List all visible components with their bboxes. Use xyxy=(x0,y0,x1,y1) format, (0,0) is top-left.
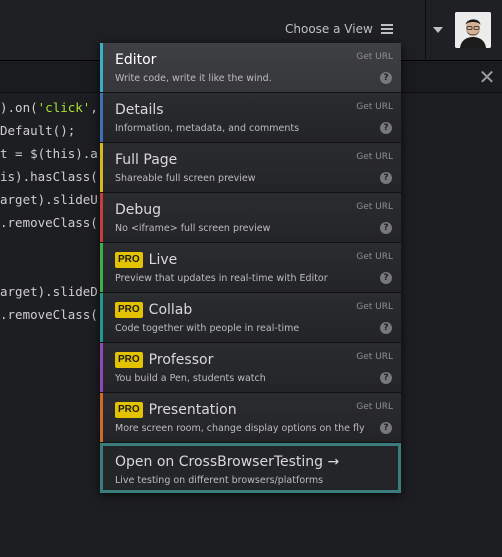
view-title: Professor xyxy=(148,352,214,368)
view-title-row: PRO Live xyxy=(115,252,177,268)
code-line: .removeClass( xyxy=(0,211,110,234)
code-text: t = $(this).a xyxy=(0,146,98,161)
view-title-row: Editor xyxy=(115,52,156,68)
cbt-title: Open on CrossBrowserTesting → xyxy=(115,454,340,470)
help-icon[interactable]: ? xyxy=(380,422,392,434)
view-description: Shareable full screen preview xyxy=(115,173,256,184)
chevron-down-icon[interactable] xyxy=(430,24,448,38)
get-url-link[interactable]: Get URL xyxy=(356,252,393,262)
view-color-stripe xyxy=(100,143,103,192)
code-text: ).on( xyxy=(0,100,38,115)
code-string: 'click' xyxy=(37,100,91,115)
view-title: Collab xyxy=(148,302,193,318)
view-description: No <iframe> full screen preview xyxy=(115,223,271,234)
choose-view-label: Choose a View xyxy=(285,22,373,36)
help-icon[interactable]: ? xyxy=(380,72,392,84)
view-description: Code together with people in real-time xyxy=(115,323,300,334)
view-dropdown-menu: Editor Write code, write it like the wind… xyxy=(100,43,401,493)
code-text: is).hasClass( xyxy=(0,169,98,184)
avatar-image xyxy=(455,12,491,48)
hamburger-icon xyxy=(380,24,393,34)
code-text: .removeClass( xyxy=(0,215,98,230)
get-url-link[interactable]: Get URL xyxy=(356,102,393,112)
view-title: Presentation xyxy=(148,402,237,418)
code-text: , xyxy=(90,100,98,115)
view-item-live[interactable]: PRO Live Preview that updates in real-time… xyxy=(100,243,401,293)
code-text: .removeClass( xyxy=(0,307,98,322)
view-title: Full Page xyxy=(115,152,178,168)
view-title-row: PRO Collab xyxy=(115,302,192,318)
view-title-row: Full Page xyxy=(115,152,177,168)
get-url-link[interactable]: Get URL xyxy=(356,352,393,362)
view-description: You build a Pen, students watch xyxy=(115,373,266,384)
view-title-row: Debug xyxy=(115,202,161,218)
view-color-stripe xyxy=(100,93,103,142)
pro-badge: PRO xyxy=(115,352,143,368)
view-title: Details xyxy=(115,102,164,118)
get-url-link[interactable]: Get URL xyxy=(356,302,393,312)
view-description: Preview that updates in real-time with E… xyxy=(115,273,328,284)
view-item-collab[interactable]: PRO Collab Code together with people in re… xyxy=(100,293,401,343)
view-item-editor[interactable]: Editor Write code, write it like the wind… xyxy=(100,43,401,93)
help-icon[interactable]: ? xyxy=(380,272,392,284)
get-url-link[interactable]: Get URL xyxy=(356,152,393,162)
view-item-professor[interactable]: PRO Professor You build a Pen, students wa… xyxy=(100,343,401,393)
view-title-row: PRO Presentation xyxy=(115,402,237,418)
view-item-debug[interactable]: Debug No <iframe> full screen preview Get … xyxy=(100,193,401,243)
code-text: arget).slideU xyxy=(0,192,98,207)
view-color-stripe xyxy=(100,243,103,292)
view-color-stripe xyxy=(100,43,103,92)
view-description: Write code, write it like the wind. xyxy=(115,73,272,84)
get-url-link[interactable]: Get URL xyxy=(356,52,393,62)
code-editor[interactable]: ).on('click', Default(); t = $(this).a is).… xyxy=(0,96,110,326)
view-title: Debug xyxy=(115,202,162,218)
help-icon[interactable]: ? xyxy=(380,372,392,384)
open-crossbrowsertesting-button[interactable]: Open on CrossBrowserTesting → Live testi… xyxy=(100,443,401,493)
choose-view-button[interactable]: Choose a View xyxy=(275,14,425,44)
view-item-full-page[interactable]: Full Page Shareable full screen preview Ge… xyxy=(100,143,401,193)
code-line: Default(); xyxy=(0,119,110,142)
code-text: Default(); xyxy=(0,123,76,138)
pro-badge: PRO xyxy=(115,402,143,418)
code-line: is).hasClass( xyxy=(0,165,110,188)
code-line: ).on('click', xyxy=(0,96,110,119)
code-line: .removeClass( xyxy=(0,303,110,326)
view-description: More screen room, change display options… xyxy=(115,423,365,434)
view-color-stripe xyxy=(100,343,103,392)
view-title-row: PRO Professor xyxy=(115,352,213,368)
view-color-stripe xyxy=(100,293,103,342)
code-text: arget).slideD xyxy=(0,284,98,299)
help-icon[interactable]: ? xyxy=(380,222,392,234)
help-icon[interactable]: ? xyxy=(380,122,392,134)
pro-badge: PRO xyxy=(115,252,143,268)
get-url-link[interactable]: Get URL xyxy=(356,202,393,212)
view-title-row: Details xyxy=(115,102,164,118)
help-icon[interactable]: ? xyxy=(380,172,392,184)
code-line: t = $(this).a xyxy=(0,142,110,165)
code-line: arget).slideU xyxy=(0,188,110,211)
get-url-link[interactable]: Get URL xyxy=(356,402,393,412)
code-line: arget).slideD xyxy=(0,280,110,303)
help-icon[interactable]: ? xyxy=(380,322,392,334)
avatar[interactable] xyxy=(455,12,491,48)
view-item-presentation[interactable]: PRO Presentation More screen room, change … xyxy=(100,393,401,443)
header-divider xyxy=(425,0,426,61)
view-color-stripe xyxy=(100,393,103,442)
cbt-description: Live testing on different browsers/platf… xyxy=(115,475,324,486)
close-icon[interactable]: ✕ xyxy=(478,67,496,87)
pro-badge: PRO xyxy=(115,302,143,318)
view-title: Live xyxy=(148,252,178,268)
view-title: Editor xyxy=(115,52,157,68)
view-description: Information, metadata, and comments xyxy=(115,123,300,134)
view-color-stripe xyxy=(100,193,103,242)
view-item-details[interactable]: Details Information, metadata, and commen… xyxy=(100,93,401,143)
